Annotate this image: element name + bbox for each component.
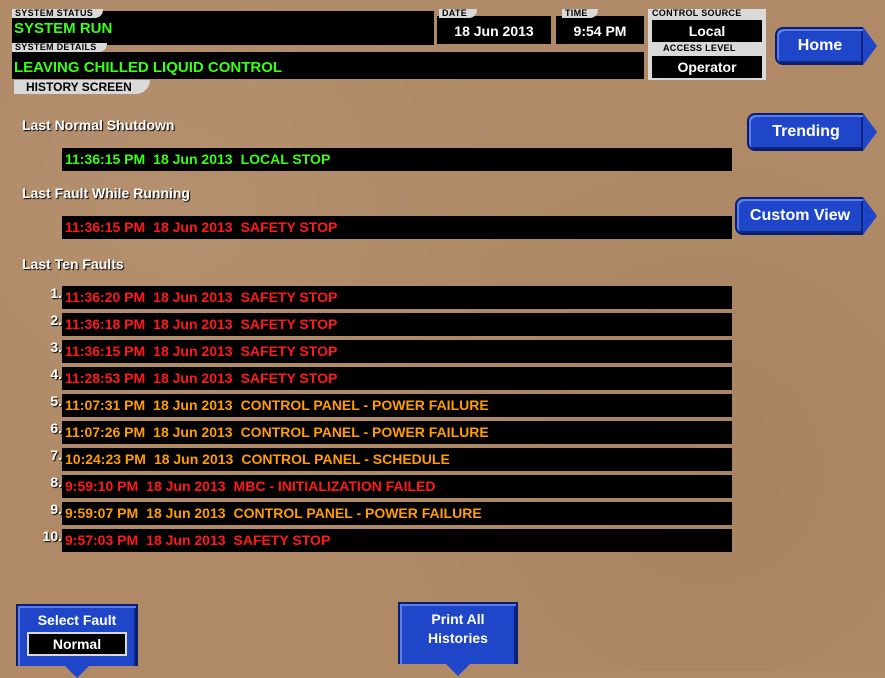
control-source-value: Local: [652, 20, 762, 42]
entry-date: 18 Jun 2013: [153, 370, 233, 386]
fault-entry: 11:36:15 PM 18 Jun 2013 SAFETY STOP: [62, 340, 732, 363]
time-label: TIME: [562, 9, 598, 18]
entry-date: 18 Jun 2013: [153, 316, 233, 332]
entry-time: 11:28:53 PM: [65, 370, 146, 386]
print-all-histories-button[interactable]: Print All Histories: [398, 602, 518, 676]
entry-time: 11:36:15 PM: [65, 219, 146, 235]
last-ten-faults-title: Last Ten Faults: [22, 256, 124, 272]
entry-date: 18 Jun 2013: [153, 151, 233, 167]
entry-time: 9:59:07 PM: [65, 505, 139, 521]
system-details-label: SYSTEM DETAILS: [12, 43, 107, 52]
system-details-panel: LEAVING CHILLED LIQUID CONTROL: [12, 52, 644, 79]
home-button-label: Home: [797, 37, 843, 54]
entry-date: 18 Jun 2013: [153, 397, 233, 413]
trending-button-label: Trending: [772, 123, 840, 140]
trending-button[interactable]: Trending: [747, 113, 877, 151]
fault-number: 7.: [50, 447, 62, 463]
entry-reason: SAFETY STOP: [233, 532, 331, 548]
last-normal-shutdown-entry: 11:36:15 PM 18 Jun 2013 LOCAL STOP: [62, 148, 732, 171]
fault-number: 5.: [50, 393, 62, 409]
fault-number: 1.: [50, 285, 62, 301]
entry-date: 18 Jun 2013: [146, 505, 226, 521]
system-details-value: LEAVING CHILLED LIQUID CONTROL: [14, 59, 283, 76]
fault-entry: 11:28:53 PM 18 Jun 2013 SAFETY STOP: [62, 367, 732, 390]
fault-number: 10.: [42, 528, 62, 544]
fault-entry: 11:36:18 PM 18 Jun 2013 SAFETY STOP: [62, 313, 732, 336]
fault-number: 3.: [50, 339, 62, 355]
select-fault-button[interactable]: Select Fault Normal: [16, 604, 138, 678]
entry-reason: CONTROL PANEL - POWER FAILURE: [240, 397, 489, 413]
print-button-line2: Histories: [428, 630, 488, 646]
access-level-value: Operator: [652, 56, 762, 78]
entry-reason: MBC - INITIALIZATION FAILED: [233, 478, 436, 494]
entry-date: 18 Jun 2013: [153, 451, 234, 467]
system-status-label: SYSTEM STATUS: [12, 9, 104, 18]
entry-date: 18 Jun 2013: [146, 532, 226, 548]
date-label: DATE: [439, 9, 478, 18]
fault-number: 8.: [50, 474, 62, 490]
entry-reason: CONTROL PANEL - SCHEDULE: [241, 451, 450, 467]
fault-number: 6.: [50, 420, 62, 436]
entry-time: 11:36:18 PM: [65, 316, 146, 332]
time-value: 9:54 PM: [556, 16, 644, 44]
control-source-label: CONTROL SOURCE: [648, 9, 746, 18]
entry-time: 11:07:31 PM: [65, 397, 146, 413]
fault-entry: 9:57:03 PM 18 Jun 2013 SAFETY STOP: [62, 529, 732, 552]
entry-reason: CONTROL PANEL - POWER FAILURE: [240, 424, 489, 440]
home-button[interactable]: Home: [775, 27, 877, 65]
access-level-label: ACCESS LEVEL: [655, 44, 744, 53]
last-fault-running-entry: 11:36:15 PM 18 Jun 2013 SAFETY STOP: [62, 216, 732, 239]
entry-reason: SAFETY STOP: [240, 316, 338, 332]
entry-time: 9:59:10 PM: [65, 478, 139, 494]
fault-entry: 9:59:10 PM 18 Jun 2013 MBC - INITIALIZATIO…: [62, 475, 732, 498]
entry-time: 9:57:03 PM: [65, 532, 139, 548]
entry-reason: SAFETY STOP: [240, 343, 338, 359]
fault-entry: 11:36:20 PM 18 Jun 2013 SAFETY STOP: [62, 286, 732, 309]
fault-number: 4.: [50, 366, 62, 382]
select-fault-label: Select Fault: [37, 612, 117, 628]
entry-date: 18 Jun 2013: [153, 424, 233, 440]
entry-time: 10:24:23 PM: [65, 451, 146, 467]
fault-entry: 11:07:31 PM 18 Jun 2013 CONTROL PANEL - PO…: [62, 394, 732, 417]
entry-date: 18 Jun 2013: [153, 219, 233, 235]
entry-reason: SAFETY STOP: [240, 219, 338, 235]
fault-entry: 9:59:07 PM 18 Jun 2013 CONTROL PANEL - POW…: [62, 502, 732, 525]
fault-entry: 10:24:23 PM 18 Jun 2013 CONTROL PANEL - SC…: [62, 448, 732, 471]
date-value: 18 Jun 2013: [437, 16, 551, 44]
system-status-value: SYSTEM RUN: [14, 20, 113, 37]
print-button-line1: Print All: [431, 611, 485, 627]
custom-view-button[interactable]: Custom View: [735, 197, 877, 235]
entry-reason: CONTROL PANEL - POWER FAILURE: [233, 505, 482, 521]
entry-time: 11:36:15 PM: [65, 343, 146, 359]
entry-reason: SAFETY STOP: [240, 370, 338, 386]
entry-date: 18 Jun 2013: [146, 478, 226, 494]
last-normal-shutdown-title: Last Normal Shutdown: [22, 117, 175, 133]
fault-number: 9.: [50, 501, 62, 517]
entry-date: 18 Jun 2013: [153, 343, 233, 359]
entry-date: 18 Jun 2013: [153, 289, 233, 305]
entry-reason: SAFETY STOP: [240, 289, 338, 305]
history-screen-tab: HISTORY SCREEN: [14, 80, 150, 94]
entry-time: 11:07:26 PM: [65, 424, 146, 440]
fault-number: 2.: [50, 312, 62, 328]
custom-view-button-label: Custom View: [749, 207, 851, 224]
last-fault-running-title: Last Fault While Running: [22, 185, 190, 201]
entry-reason: LOCAL STOP: [240, 151, 331, 167]
entry-time: 11:36:15 PM: [65, 151, 146, 167]
entry-time: 11:36:20 PM: [65, 289, 146, 305]
fault-entry: 11:07:26 PM 18 Jun 2013 CONTROL PANEL - PO…: [62, 421, 732, 444]
select-fault-value[interactable]: Normal: [27, 632, 127, 656]
